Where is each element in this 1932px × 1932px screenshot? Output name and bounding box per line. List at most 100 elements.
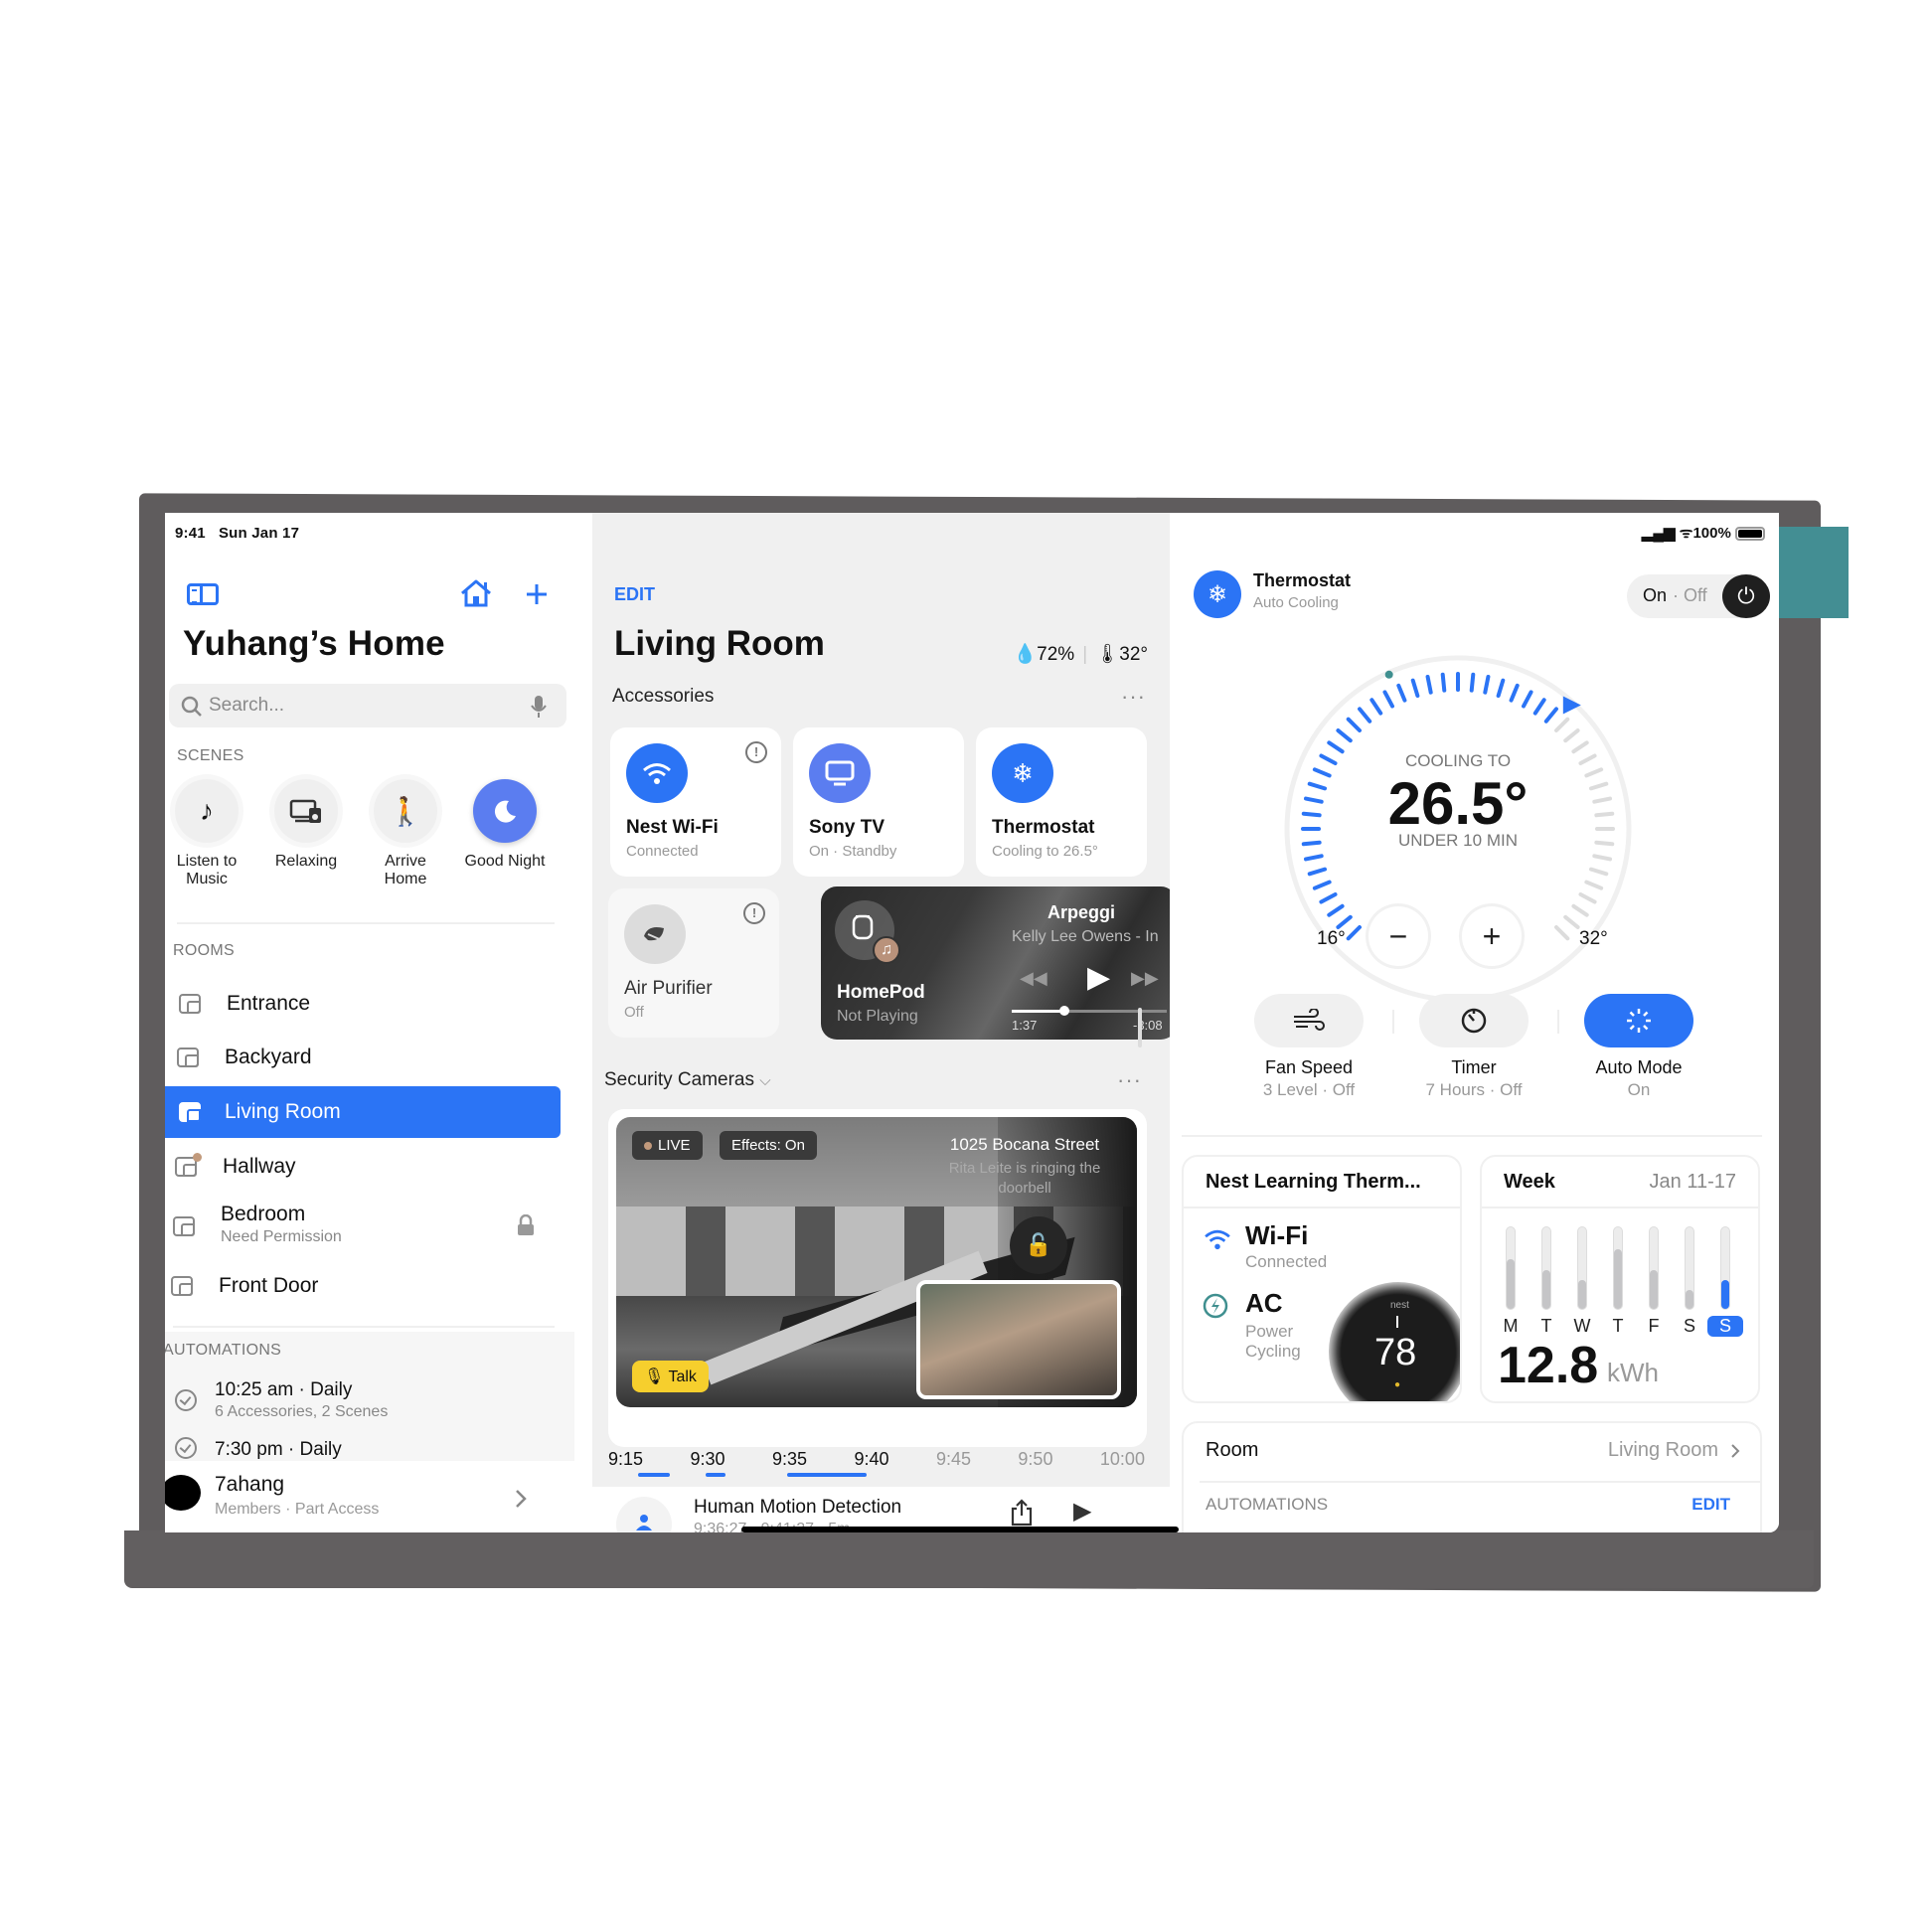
more-icon[interactable]: ··· [1117,1067,1142,1093]
day-label[interactable]: W [1571,1316,1593,1337]
day-label[interactable]: M [1500,1316,1522,1337]
chevron-down-icon: ⌵ [759,1072,771,1089]
dial-tick [1382,690,1395,709]
sidebar-item-backyard[interactable]: Backyard [165,1032,566,1083]
power-toggle[interactable]: On · Off ⏻ [1627,574,1770,618]
decrease-temperature-button[interactable]: − [1368,906,1428,966]
timeline-tick-label[interactable]: 9:40 [854,1449,888,1470]
energy-bar[interactable] [1685,1226,1694,1310]
day-label[interactable]: F [1643,1316,1665,1337]
scene-label: Arrive Home [384,853,427,887]
scene-listen-to-music[interactable]: ♪ Listen to Music [165,779,248,888]
talk-button[interactable]: 🎙 Talk [632,1361,709,1392]
sidebar-toggle-icon[interactable] [187,583,219,605]
automation-item[interactable]: 7:30 pm · Daily [165,1435,563,1461]
toggle-on-label: On [1643,585,1668,605]
dial-tick [1532,698,1546,716]
rewind-icon[interactable]: ◀◀ [1020,968,1047,989]
warning-icon[interactable]: ! [745,741,767,763]
unlock-icon[interactable]: 🔓 [1010,1216,1067,1274]
timeline-tick-label[interactable]: 9:15 [608,1449,643,1470]
automation-item[interactable]: 10:25 am · Daily 6 Accessories, 2 Scenes [165,1377,563,1427]
search-bar[interactable] [169,684,566,727]
camera-timeline[interactable]: 9:15 9:30 9:35 9:40 9:45 9:50 10:00 [608,1449,1145,1470]
dial-tick [1410,678,1420,699]
energy-bar[interactable] [1506,1226,1516,1310]
energy-bar-fill [1686,1289,1693,1309]
accessory-tile-sony-tv[interactable]: Sony TV On · Standby [793,727,964,877]
homepod-tile[interactable]: ♫ HomePod Not Playing Arpeggi Kelly Lee … [821,886,1177,1040]
accessory-tile-thermostat[interactable]: ❄ Thermostat Cooling to 26.5° [976,727,1147,877]
add-icon[interactable] [525,582,549,606]
more-icon[interactable]: ··· [1121,684,1146,710]
sidebar-item-living-room[interactable]: Living Room [165,1086,561,1138]
current-temperature-marker [1384,670,1393,679]
timeline-tick-label[interactable]: 9:50 [1018,1449,1052,1470]
timeline-event-marker[interactable] [638,1473,670,1477]
tv-speaker-icon [274,779,338,843]
energy-total: 12.8 [1498,1337,1599,1394]
panel-resize-handle[interactable] [1138,1008,1142,1047]
energy-bar[interactable] [1613,1226,1623,1310]
scene-good-night[interactable]: Good Night [463,779,547,871]
timeline-tick-label[interactable]: 9:35 [772,1449,807,1470]
energy-bar[interactable] [1720,1226,1730,1310]
energy-bar[interactable] [1541,1226,1551,1310]
energy-week-card[interactable]: Week Jan 11-17 MTWTFSS 12.8 kWh [1480,1155,1760,1403]
nest-thermostat-card[interactable]: Nest Learning Therm... Wi-Fi Connected A… [1182,1155,1462,1403]
day-label[interactable]: S [1679,1316,1700,1337]
leaf-icon [624,904,686,964]
timer-control[interactable]: Timer 7 Hours · Off [1404,994,1543,1100]
sidebar-item-front-door[interactable]: Front Door [165,1260,566,1312]
playback-progress[interactable] [1012,1006,1167,1016]
notification-dot [193,1153,202,1162]
share-icon[interactable] [1010,1499,1034,1527]
sidebar-item-bedroom[interactable]: Bedroom Need Permission [165,1195,566,1256]
doorbell-message: Rita Leite is ringing the doorbell [948,1160,1101,1197]
fast-forward-icon[interactable]: ▶▶ [1131,968,1159,989]
member-row[interactable]: 7ahang Members · Part Access [165,1461,574,1532]
accessory-tile-nest-wifi[interactable]: ! Nest Wi-Fi Connected [610,727,781,877]
security-cameras-dropdown[interactable]: Security Cameras ⌵ [604,1069,771,1091]
day-label[interactable]: T [1535,1316,1557,1337]
play-icon[interactable]: ▶ [1087,960,1110,995]
timeline-tick-label[interactable]: 10:00 [1100,1449,1145,1470]
dial-tick [1336,914,1353,929]
day-label[interactable]: S [1707,1316,1743,1337]
camera-feed[interactable]: LIVE Effects: On 1025 Bocana Street Rita… [616,1117,1137,1407]
fan-speed-control[interactable]: Fan Speed 3 Level · Off [1239,994,1378,1100]
accessory-tile-air-purifier[interactable]: ! Air Purifier Off [608,888,779,1038]
increase-temperature-button[interactable]: + [1462,906,1522,966]
sidebar-item-entrance[interactable]: Entrance [165,978,566,1030]
play-icon[interactable]: ▶ [1073,1497,1091,1526]
timeline-tick-label[interactable]: 9:45 [936,1449,971,1470]
warning-icon[interactable]: ! [743,902,765,924]
playback-scrubber[interactable] [1059,1006,1070,1016]
dial-tick [1369,698,1383,716]
search-input[interactable] [209,684,507,727]
card-title: Week [1504,1171,1555,1193]
home-icon[interactable] [459,578,493,608]
device-mode: Auto Cooling [1253,594,1339,611]
accessory-status: Connected [626,843,699,860]
auto-mode-control[interactable]: Auto Mode On [1569,994,1708,1100]
doorbell-visitor-video[interactable] [916,1280,1121,1399]
room-name: Hallway [223,1155,296,1178]
room-row[interactable]: Room Living Room [1206,1439,1742,1475]
energy-bar[interactable] [1577,1226,1587,1310]
timeline-event-marker[interactable] [706,1473,725,1477]
effects-button[interactable]: Effects: On [720,1131,817,1160]
automations-edit-button[interactable]: EDIT [1691,1495,1730,1515]
timeline-tick-label[interactable]: 9:30 [690,1449,724,1470]
scene-arrive-home[interactable]: 🚶 Arrive Home [364,779,447,888]
scene-relaxing[interactable]: Relaxing [264,779,348,871]
microphone-icon[interactable] [531,694,547,720]
thermometer-icon: 🌡 [1095,644,1120,665]
power-icon[interactable]: ⏻ [1722,574,1770,618]
home-indicator[interactable] [741,1527,1179,1532]
day-label[interactable]: T [1607,1316,1629,1337]
sidebar-item-hallway[interactable]: Hallway [165,1141,566,1193]
edit-button[interactable]: EDIT [614,584,655,605]
energy-bar[interactable] [1649,1226,1659,1310]
timeline-event-marker[interactable] [787,1473,867,1477]
